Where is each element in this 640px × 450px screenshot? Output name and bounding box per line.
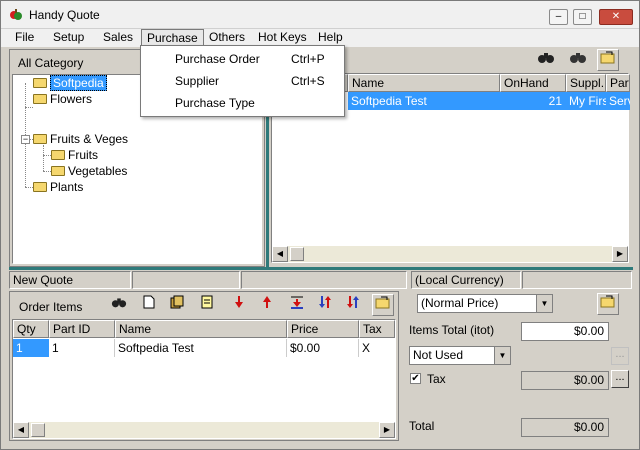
reorder-icon[interactable] [342, 295, 364, 317]
tree-node-softpedia[interactable]: Softpedia [33, 75, 107, 91]
scroll-left-icon[interactable]: ◀ [272, 246, 288, 262]
move-bottom-icon[interactable] [286, 295, 308, 317]
quote-items-table: Qty Part ID Name Price Tax 1 1 Softpedia… [12, 319, 396, 439]
open-folder-icon[interactable] [372, 294, 394, 316]
purchase-dropdown-menu: Purchase Order Ctrl+P Supplier Ctrl+S Pu… [140, 45, 345, 117]
column-header-supplier[interactable]: Suppl... [566, 74, 606, 92]
tax-label: Tax [427, 372, 446, 386]
scroll-left-icon[interactable]: ◀ [13, 422, 29, 438]
folder-icon [33, 181, 47, 192]
menu-item-supplier[interactable]: Supplier Ctrl+S [141, 70, 344, 92]
column-header-name[interactable]: Name [348, 74, 500, 92]
tax-checkbox[interactable]: ✔ [410, 373, 421, 384]
new-document-icon[interactable] [138, 295, 160, 317]
items-total-label: Items Total (itot) [409, 323, 495, 337]
open-folder-icon[interactable] [597, 49, 619, 71]
note-icon[interactable] [196, 295, 218, 317]
discount-select[interactable]: Not Used ▼ [409, 346, 511, 365]
column-header-price[interactable]: Price [287, 320, 359, 338]
open-folder-icon [33, 77, 47, 88]
binoculars-icon[interactable] [535, 50, 557, 72]
window-title: Handy Quote [29, 8, 100, 22]
scroll-right-icon[interactable]: ▶ [379, 422, 395, 438]
minimize-button[interactable]: – [549, 9, 568, 25]
tree-node-vegetables[interactable]: Vegetables [51, 163, 127, 179]
search-icon[interactable] [108, 295, 130, 317]
menu-file[interactable]: File [10, 29, 39, 47]
tree-node-plants[interactable]: Plants [33, 179, 83, 195]
move-up-icon[interactable] [256, 295, 278, 317]
scroll-thumb[interactable] [31, 423, 45, 437]
totals-panel: (Normal Price) ▼ Items Total (itot) $0.0… [401, 291, 633, 441]
horizontal-scrollbar[interactable]: ◀ ▶ [13, 422, 395, 438]
column-header-tax[interactable]: Tax [359, 320, 395, 338]
column-header-name[interactable]: Name [115, 320, 287, 338]
copy-icon[interactable] [166, 295, 188, 317]
chevron-down-icon: ▼ [536, 295, 552, 312]
discount-options-button[interactable]: ... [611, 347, 629, 365]
scroll-right-icon[interactable]: ▶ [612, 246, 628, 262]
table-row[interactable]: 1 1 Softpedia Test $0.00 X [13, 339, 395, 357]
horizontal-scrollbar[interactable]: ◀ ▶ [272, 246, 628, 262]
folder-icon [51, 165, 65, 176]
items-total-field[interactable]: $0.00 [521, 322, 609, 341]
tax-field: $0.00 [521, 371, 609, 390]
tree-expander[interactable]: − [21, 135, 30, 144]
tree-node-fruits-veges[interactable]: Fruits & Veges [33, 131, 128, 147]
price-mode-select[interactable]: (Normal Price) ▼ [417, 294, 553, 313]
move-down-icon[interactable] [228, 295, 250, 317]
horizontal-splitter[interactable] [9, 267, 633, 270]
maximize-button[interactable]: □ [573, 9, 592, 25]
menu-item-purchase-type[interactable]: Purchase Type [141, 92, 344, 114]
total-label: Total [409, 419, 435, 433]
chevron-down-icon: ▼ [494, 347, 510, 364]
menu-item-purchase-order[interactable]: Purchase Order Ctrl+P [141, 48, 344, 70]
status-local-currency: (Local Currency) [411, 271, 521, 289]
quote-items-panel: Order Items Qty Part ID Name Price Tax 1… [9, 291, 399, 441]
folder-icon [33, 133, 47, 144]
scroll-thumb[interactable] [290, 247, 304, 261]
status-cell-5 [522, 271, 632, 289]
sort-icon[interactable] [314, 295, 336, 317]
folder-icon [33, 93, 47, 104]
app-window: Handy Quote – □ ✕ File Setup Sales Purch… [0, 0, 640, 450]
column-header-part-id[interactable]: Part ID [49, 320, 115, 338]
tree-node-fruits[interactable]: Fruits [51, 147, 98, 163]
folder-icon [51, 149, 65, 160]
menu-setup[interactable]: Setup [48, 29, 89, 47]
total-field: $0.00 [521, 418, 609, 437]
close-button[interactable]: ✕ [599, 9, 633, 25]
menu-sales[interactable]: Sales [98, 29, 138, 47]
column-header-onhand[interactable]: OnHand [500, 74, 566, 92]
title-bar: Handy Quote – □ ✕ [1, 1, 639, 29]
status-cell-3 [241, 271, 407, 289]
open-folder-icon[interactable] [597, 293, 619, 315]
find-next-icon[interactable] [567, 50, 589, 72]
status-new-quote: New Quote [9, 271, 131, 289]
category-header: All Category [18, 56, 84, 70]
app-logo-icon [10, 9, 22, 20]
tree-node-flowers[interactable]: Flowers [33, 91, 92, 107]
column-header-part[interactable]: Part [606, 74, 630, 92]
tax-options-button[interactable]: ... [611, 370, 629, 388]
order-items-label: Order Items [19, 300, 83, 314]
column-header-qty[interactable]: Qty [13, 320, 49, 338]
status-cell-2 [132, 271, 240, 289]
